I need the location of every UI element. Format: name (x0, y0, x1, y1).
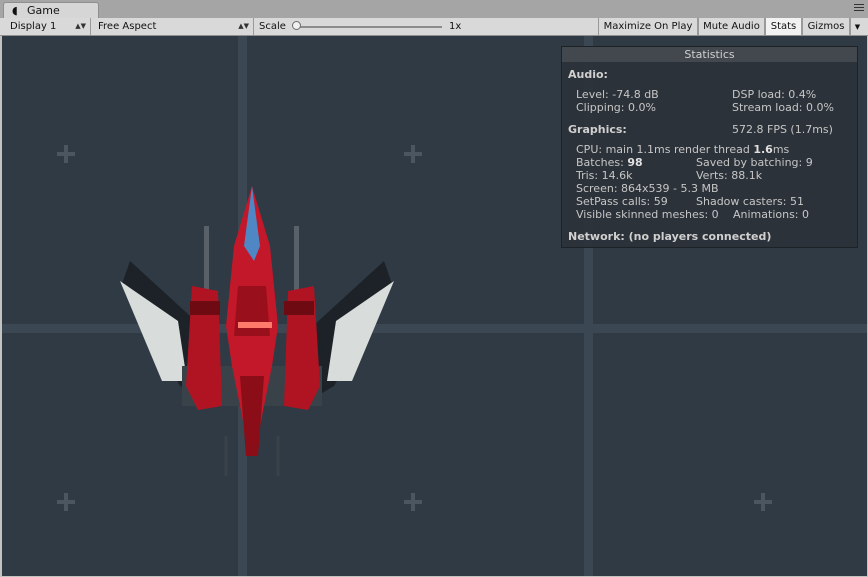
stats-button[interactable]: Stats (765, 18, 802, 35)
screen-info: Screen: 864x539 - 5.3 MB (576, 182, 719, 195)
audio-level: Level: -74.8 dB (576, 88, 659, 101)
visible-skinned-meshes: Visible skinned meshes: 0 (576, 208, 719, 221)
statistics-panel: Statistics Audio: Level: -74.8 dB DSP lo… (561, 46, 858, 248)
animations-count: Animations: 0 (733, 208, 810, 221)
spaceship (120, 186, 394, 476)
audio-header: Audio: (568, 68, 608, 81)
aspect-dropdown[interactable]: Free Aspect ▲▼ (93, 18, 254, 35)
scale-slider-track[interactable] (296, 26, 442, 28)
scale-label: Scale (259, 21, 286, 32)
tris-count: Tris: 14.6k (576, 169, 633, 182)
scale-slider-thumb[interactable] (292, 21, 301, 30)
mute-audio-button[interactable]: Mute Audio (698, 18, 765, 35)
gizmos-dropdown[interactable]: ▼ (850, 18, 864, 35)
game-toolbar: Display 1 ▲▼ Free Aspect ▲▼ Scale 1x Max… (0, 18, 868, 36)
dsp-load: DSP load: 0.4% (732, 88, 817, 101)
aspect-dropdown-label: Free Aspect (98, 21, 157, 32)
maximize-on-play-button[interactable]: Maximize On Play (598, 18, 698, 35)
menu-icon[interactable] (854, 4, 864, 14)
saved-by-batching: Saved by batching: 9 (696, 156, 813, 169)
tab-game[interactable]: ◖ Game (3, 2, 99, 19)
display-dropdown-label: Display 1 (10, 21, 57, 32)
dropdown-arrow-icon: ▼ (854, 23, 861, 31)
network-status: Network: (no players connected) (568, 230, 772, 243)
tab-bar: ◖ Game (0, 0, 868, 19)
tab-game-label: Game (27, 4, 60, 17)
updown-arrow-icon: ▲▼ (238, 22, 249, 30)
display-dropdown[interactable]: Display 1 ▲▼ (5, 18, 91, 35)
audio-clipping: Clipping: 0.0% (576, 101, 656, 114)
shadow-casters: Shadow casters: 51 (696, 195, 804, 208)
fps-readout: 572.8 FPS (1.7ms) (732, 123, 833, 136)
stream-load: Stream load: 0.0% (732, 101, 834, 114)
batches: Batches: 98 (576, 156, 643, 169)
verts-count: Verts: 88.1k (696, 169, 763, 182)
updown-arrow-icon: ▲▼ (75, 22, 86, 30)
setpass-calls: SetPass calls: 59 (576, 195, 668, 208)
gizmos-button[interactable]: Gizmos (802, 18, 850, 35)
cpu-timing: CPU: main 1.1ms render thread 1.6ms (576, 143, 790, 156)
graphics-header: Graphics: (568, 123, 627, 136)
scale-value: 1x (449, 21, 462, 32)
pacman-icon: ◖ (12, 4, 18, 17)
statistics-title: Statistics (562, 47, 857, 62)
